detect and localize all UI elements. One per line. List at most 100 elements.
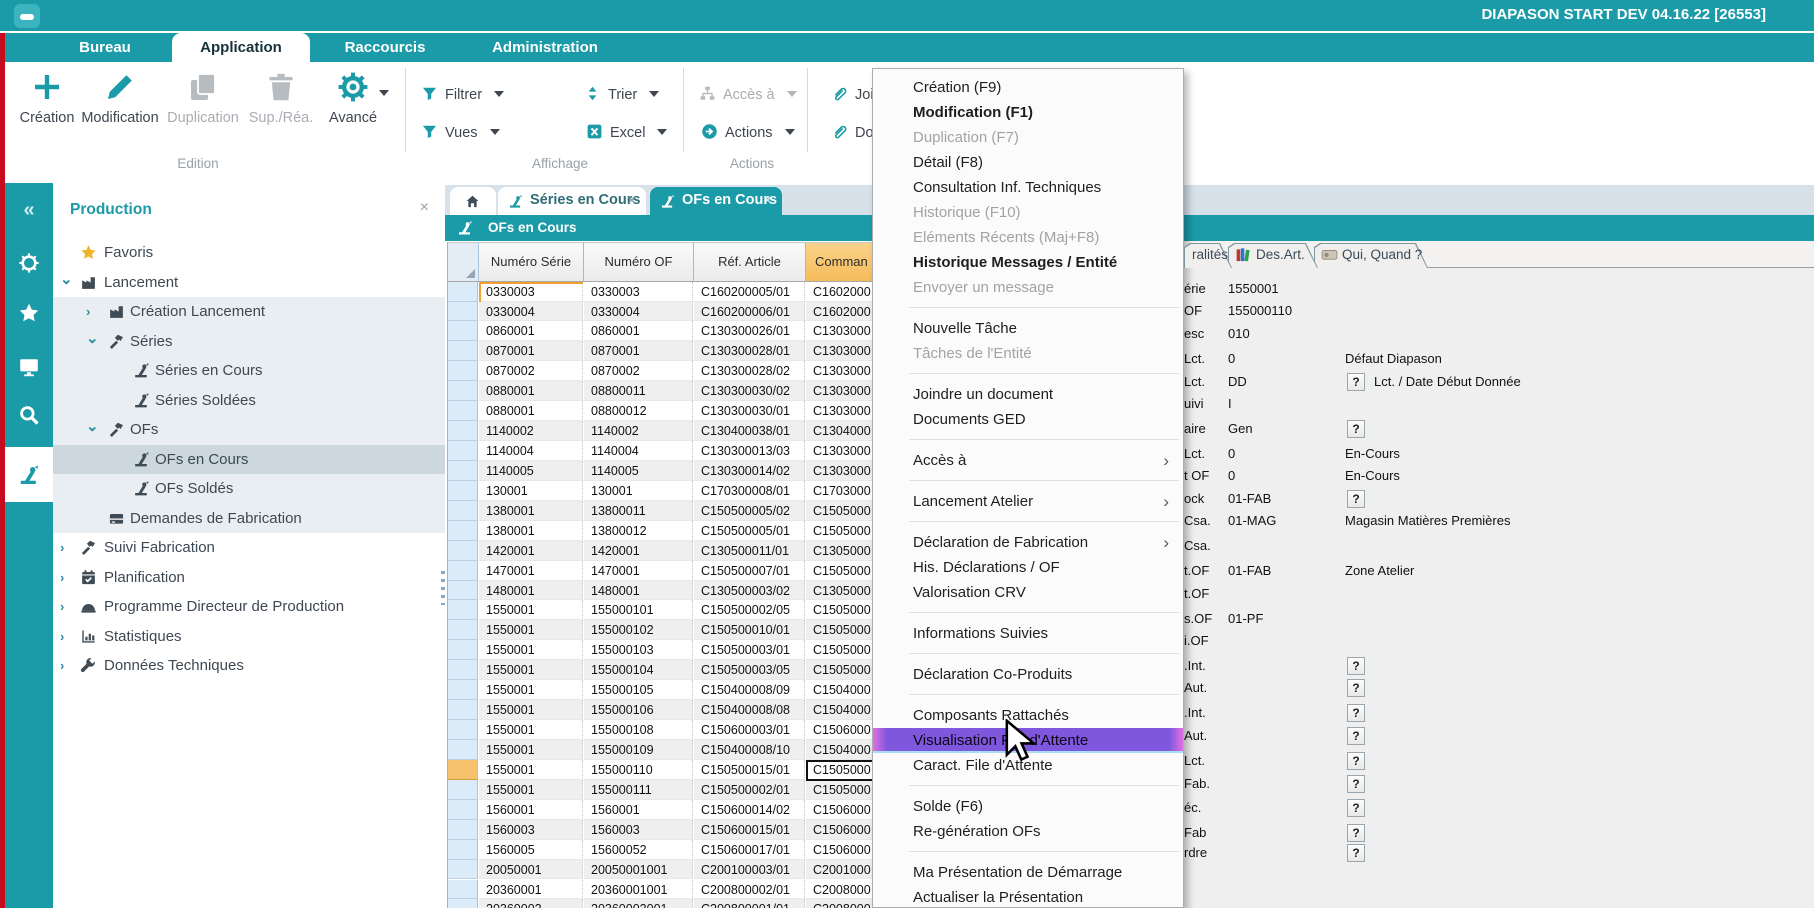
menu-item-label: Accès à [913,452,966,469]
column-header-numero-serie[interactable]: Numéro Série [479,242,584,282]
detail-tab-des-art[interactable]: Des.Art. [1228,243,1318,268]
context-menu-item-his-d-clarations-of[interactable]: His. Déclarations / OF [873,555,1183,580]
column-header-numero-of[interactable]: Numéro OF [584,242,694,282]
trier-button[interactable]: Trier [584,82,659,108]
funnel-icon [421,85,438,102]
help-button[interactable]: ? [1347,373,1365,391]
detail-tab-qui-quand[interactable]: Qui, Quand ? [1314,243,1428,268]
tab-label: Des.Art. [1256,247,1305,262]
context-menu-item-historique-messages-entit[interactable]: Historique Messages / Entité [873,250,1183,275]
ribbon-group-actions: Actions [672,156,832,171]
field-value: I [1228,394,1232,414]
menu-tab-application[interactable]: Application [172,33,310,62]
close-icon[interactable]: × [627,192,636,209]
context-menu-item-lancement-atelier[interactable]: Lancement Atelier [873,489,1183,514]
context-menu-item-joindre-un-document[interactable]: Joindre un document [873,382,1183,407]
context-menu-item-caract-file-d-attente[interactable]: Caract. File d'Attente [873,753,1183,778]
field-label: Csa. [1184,536,1211,556]
context-menu-item-re-g-n-ration-ofs[interactable]: Re-génération OFs [873,819,1183,844]
field-label: ock [1184,489,1204,509]
books-icon [1235,246,1252,263]
help-button[interactable]: ? [1347,824,1365,842]
document-tab-ofs-en-cours[interactable]: OFs en Cours× [650,187,782,215]
menu-item-label: Joindre un document [913,386,1053,403]
grid-corner-cell[interactable] [448,242,479,282]
context-menu-item-d-claration-de-fabrication[interactable]: Déclaration de Fabrication [873,530,1183,555]
help-button[interactable]: ? [1347,490,1365,508]
context-menu-item-el-ments-r-cents-maj-f8[interactable]: Eléments Récents (Maj+F8) [873,225,1183,250]
help-button[interactable]: ? [1347,657,1365,675]
avanc-button[interactable]: Avancé [311,68,395,134]
menu-item-label: Caract. File d'Attente [913,757,1053,774]
context-menu-item-duplication-f7[interactable]: Duplication (F7) [873,125,1183,150]
help-button[interactable]: ? [1347,844,1365,862]
help-button[interactable]: ? [1347,752,1365,770]
clip-icon [831,123,848,140]
cell-ref-article[interactable]: C200800001/01 [694,899,805,908]
context-menu-item-consultation-inf-techniques[interactable]: Consultation Inf. Techniques [873,175,1183,200]
sidebar-item-favoris[interactable]: Favoris [53,238,445,267]
robot-icon [508,194,523,209]
button-label: Excel [610,125,645,141]
cell-numero-of[interactable]: 20360001001 [584,880,693,900]
context-menu-item-actualiser-la-pr-sentation[interactable]: Actualiser la Présentation [873,885,1183,908]
context-menu-item-composants-rattach-s[interactable]: Composants Rattachés [873,703,1183,728]
column-header-ref-article[interactable]: Réf. Article [694,242,806,282]
help-button[interactable]: ? [1347,799,1365,817]
cell-numero-of[interactable]: 20360002001 [584,899,693,908]
actions-button[interactable]: Actions [701,120,795,146]
rail-item-collapse[interactable]: « [5,188,53,232]
field-value: 0 [1228,466,1235,486]
menu-tab-administration[interactable]: Administration [478,33,612,62]
context-menu-item-documents-ged[interactable]: Documents GED [873,407,1183,432]
context-menu-item-visualisation-file-d-attente[interactable]: Visualisation File d'Attente [873,728,1183,753]
context-menu-item-historique-f10[interactable]: Historique (F10) [873,200,1183,225]
do-button[interactable]: Do [831,120,874,146]
close-icon[interactable]: × [763,192,772,209]
help-button[interactable]: ? [1347,679,1365,697]
panel-close-icon[interactable]: × [420,199,429,217]
context-menu-item-valorisation-crv[interactable]: Valorisation CRV [873,580,1183,605]
context-menu-item-d-tail-f8[interactable]: Détail (F8) [873,150,1183,175]
actions-icon [701,123,718,140]
help-button[interactable]: ? [1347,775,1365,793]
context-menu-item-d-claration-co-produits[interactable]: Déclaration Co-Produits [873,662,1183,687]
joi-button[interactable]: Joi [831,82,874,108]
menu-item-label: Historique (F10) [913,204,1021,221]
duplication-button[interactable]: Duplication [161,68,245,134]
vues-button[interactable]: Vues [421,120,500,146]
field-label: esc [1184,324,1204,344]
field-label: t.OF [1184,561,1209,581]
cell-numero-serie[interactable]: 20360002 [479,899,583,908]
context-menu-item-nouvelle-t-che[interactable]: Nouvelle Tâche [873,316,1183,341]
row-selector-cell[interactable] [448,880,478,900]
help-button[interactable]: ? [1347,727,1365,745]
context-menu-item-ma-pr-sentation-de-d-marrage[interactable]: Ma Présentation de Démarrage [873,860,1183,885]
context-menu-item-modification-f1[interactable]: Modification (F1) [873,100,1183,125]
context-menu-item-acc-s[interactable]: Accès à [873,448,1183,473]
help-button[interactable]: ? [1347,704,1365,722]
excel-button[interactable]: Excel [586,120,667,146]
modification-button[interactable]: Modification [78,68,162,134]
document-tab-home[interactable] [450,187,496,215]
cr-ation-button[interactable]: Création [5,68,89,134]
menu-tab-bureau[interactable]: Bureau [60,33,150,62]
row-selector-cell[interactable] [448,899,478,908]
panel-title: Production [70,201,152,219]
acc-s-button[interactable]: Accès à [699,82,797,108]
context-menu-item-informations-suivies[interactable]: Informations Suivies [873,621,1183,646]
cell-ref-article[interactable]: C200800002/01 [694,880,805,900]
help-button[interactable]: ? [1347,420,1365,438]
cell-numero-serie[interactable]: 20360001 [479,880,583,900]
context-menu-item-cr-ation-f9[interactable]: Création (F9) [873,75,1183,100]
detail-tab-ralit-s[interactable]: ralités [1184,243,1232,268]
menu-tab-raccourcis[interactable]: Raccourcis [330,33,440,62]
context-menu-item-envoyer-un-message[interactable]: Envoyer un message [873,275,1183,300]
field-value: Gen [1228,419,1253,439]
filtrer-button[interactable]: Filtrer [421,82,504,108]
context-menu-item-solde-f6[interactable]: Solde (F6) [873,794,1183,819]
dropdown-caret-icon[interactable] [379,90,389,96]
field-label: Csa. [1184,511,1211,531]
document-tab-s-ries-en-cours[interactable]: Séries en Cours× [498,187,646,215]
context-menu-item-t-ches-de-l-entit[interactable]: Tâches de l'Entité [873,341,1183,366]
